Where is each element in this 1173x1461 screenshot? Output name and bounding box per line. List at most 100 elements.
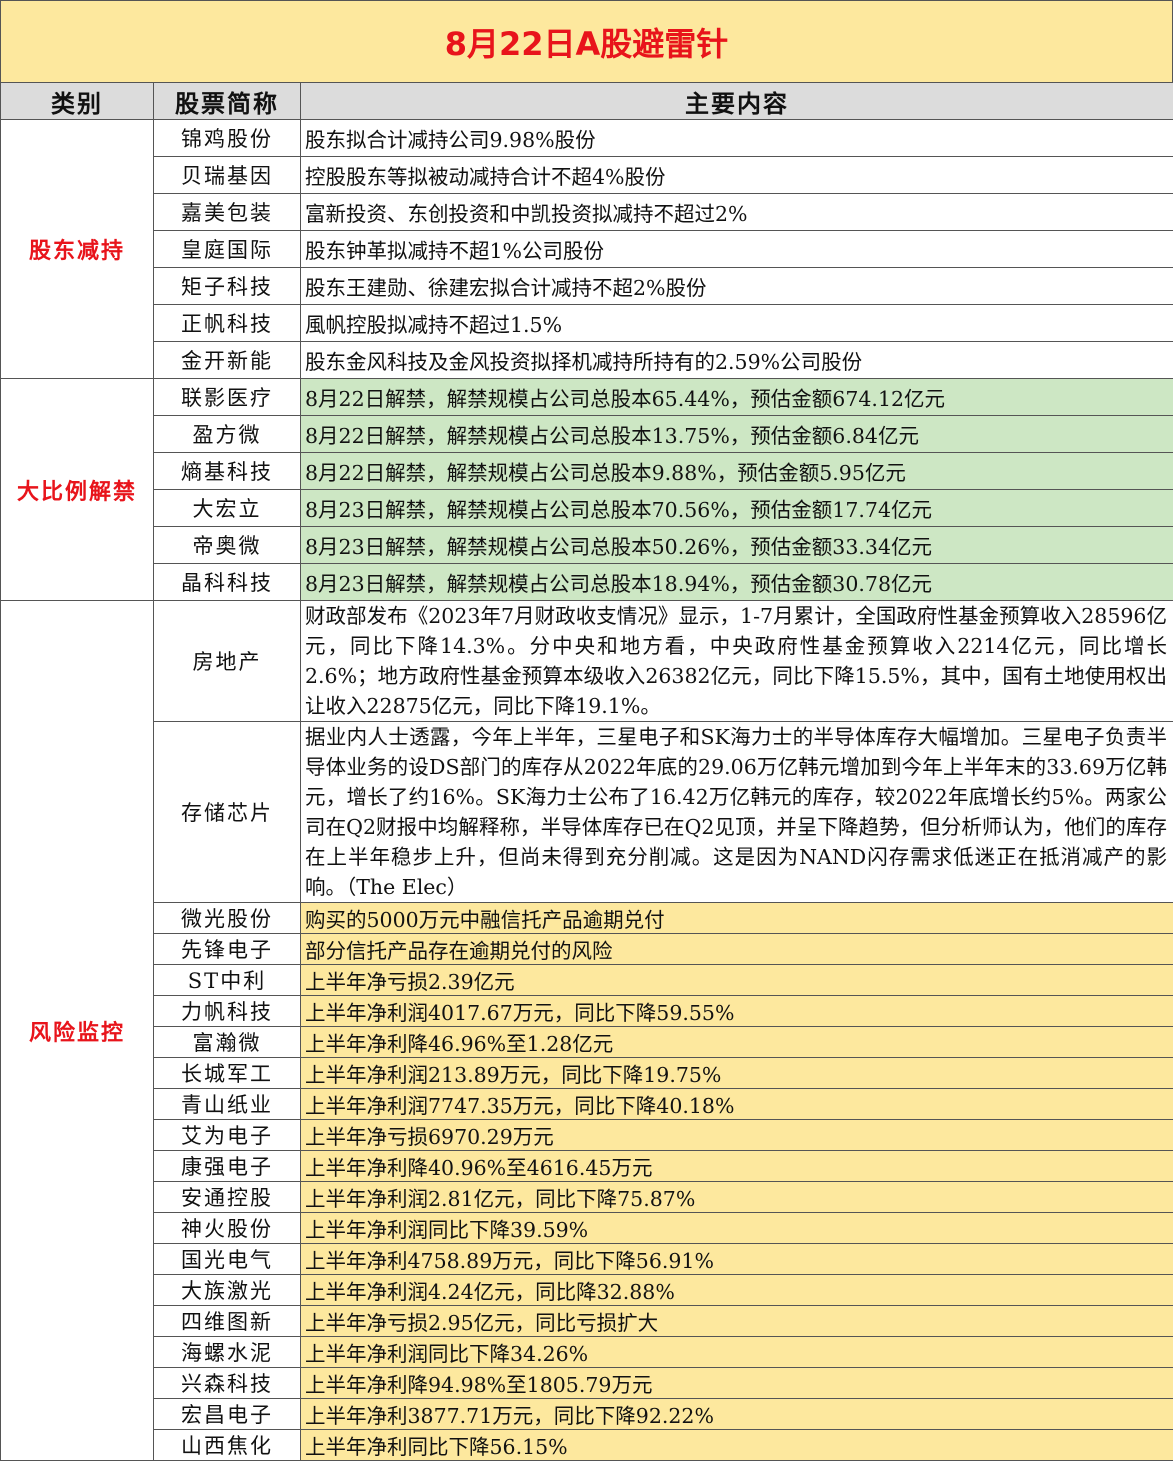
table-row: 海螺水泥 上半年净利润同比下降34.26% bbox=[1, 1337, 1173, 1368]
reduction-section: 股东减持 锦鸡股份 股东拟合计减持公司9.98%股份 贝瑞基因 控股股东等拟被动… bbox=[1, 120, 1173, 379]
stock-name: 青山纸业 bbox=[154, 1089, 301, 1120]
stock-name: 大族激光 bbox=[154, 1275, 301, 1306]
table-row: 四维图新 上半年净亏损2.95亿元，同比亏损扩大 bbox=[1, 1306, 1173, 1337]
stock-name: 贝瑞基因 bbox=[154, 157, 301, 194]
stock-name: 帝奥微 bbox=[154, 527, 301, 564]
table-row: 青山纸业 上半年净利润7747.35万元，同比下降40.18% bbox=[1, 1089, 1173, 1120]
stock-name: 盈方微 bbox=[154, 416, 301, 453]
stock-name: 神火股份 bbox=[154, 1213, 301, 1244]
content-cell: 股东金风科技及金风投资拟择机减持所持有的2.59%公司股份 bbox=[301, 342, 1173, 379]
stock-name: 山西焦化 bbox=[154, 1430, 301, 1461]
content-cell: 上半年净亏损2.95亿元，同比亏损扩大 bbox=[301, 1306, 1173, 1337]
table-row: 大宏立 8月23日解禁，解禁规模占公司总股本70.56%，预估金额17.74亿元 bbox=[1, 490, 1173, 527]
table-row: 股东减持 锦鸡股份 股东拟合计减持公司9.98%股份 bbox=[1, 120, 1173, 157]
stock-name: 矩子科技 bbox=[154, 268, 301, 305]
content-cell: 购买的5000万元中融信托产品逾期兑付 bbox=[301, 903, 1173, 934]
table-row: 兴森科技 上半年净利降94.98%至1805.79万元 bbox=[1, 1368, 1173, 1399]
stock-name: 海螺水泥 bbox=[154, 1337, 301, 1368]
stock-name: 熵基科技 bbox=[154, 453, 301, 490]
content-cell: 股东王建勋、徐建宏拟合计减持不超2%股份 bbox=[301, 268, 1173, 305]
unlock-section: 大比例解禁 联影医疗 8月22日解禁，解禁规模占公司总股本65.44%，预估金额… bbox=[1, 379, 1173, 601]
table-row: 微光股份 购买的5000万元中融信托产品逾期兑付 bbox=[1, 903, 1173, 934]
content-cell: 上半年净利4758.89万元，同比下降56.91% bbox=[301, 1244, 1173, 1275]
table-row: 熵基科技 8月22日解禁，解禁规模占公司总股本9.88%，预估金额5.95亿元 bbox=[1, 453, 1173, 490]
stock-name: 长城军工 bbox=[154, 1058, 301, 1089]
content-cell: 上半年净利润同比下降39.59% bbox=[301, 1213, 1173, 1244]
content-cell: 8月22日解禁，解禁规模占公司总股本13.75%，预估金额6.84亿元 bbox=[301, 416, 1173, 453]
header-row: 类别 股票简称 主要内容 bbox=[1, 83, 1173, 120]
content-cell: 上半年净利降94.98%至1805.79万元 bbox=[301, 1368, 1173, 1399]
header-content: 主要内容 bbox=[301, 83, 1173, 120]
content-cell: 上半年净利降40.96%至4616.45万元 bbox=[301, 1151, 1173, 1182]
page-title: 8月22日A股避雷针 bbox=[0, 0, 1173, 82]
table-row: 艾为电子 上半年净亏损6970.29万元 bbox=[1, 1120, 1173, 1151]
content-cell: 8月23日解禁，解禁规模占公司总股本50.26%，预估金额33.34亿元 bbox=[301, 527, 1173, 564]
stock-name: 四维图新 bbox=[154, 1306, 301, 1337]
content-cell: 上半年净利润4.24亿元，同比降32.88% bbox=[301, 1275, 1173, 1306]
content-cell: 富新投资、东创投资和中凯投资拟减持不超过2% bbox=[301, 194, 1173, 231]
content-cell: 股东钟革拟减持不超1%公司股份 bbox=[301, 231, 1173, 268]
content-cell: 上半年净利同比下降56.15% bbox=[301, 1430, 1173, 1461]
stock-name: 皇庭国际 bbox=[154, 231, 301, 268]
content-cell: 上半年净利润213.89万元，同比下降19.75% bbox=[301, 1058, 1173, 1089]
table-row: ST中利 上半年净亏损2.39亿元 bbox=[1, 965, 1173, 996]
stock-name: 锦鸡股份 bbox=[154, 120, 301, 157]
content-cell: 8月22日解禁，解禁规模占公司总股本65.44%，预估金额674.12亿元 bbox=[301, 379, 1173, 416]
table-row: 盈方微 8月22日解禁，解禁规模占公司总股本13.75%，预估金额6.84亿元 bbox=[1, 416, 1173, 453]
content-cell: 部分信托产品存在逾期兑付的风险 bbox=[301, 934, 1173, 965]
stock-name: 康强电子 bbox=[154, 1151, 301, 1182]
stock-name: 富瀚微 bbox=[154, 1027, 301, 1058]
risk-section: 风险监控 房地产 财政部发布《2023年7月财政收支情况》显示，1-7月累计，全… bbox=[1, 601, 1173, 1461]
table-row: 大族激光 上半年净利润4.24亿元，同比降32.88% bbox=[1, 1275, 1173, 1306]
table-row: 晶科科技 8月23日解禁，解禁规模占公司总股本18.94%，预估金额30.78亿… bbox=[1, 564, 1173, 601]
stock-name: 先锋电子 bbox=[154, 934, 301, 965]
table-row: 矩子科技 股东王建勋、徐建宏拟合计减持不超2%股份 bbox=[1, 268, 1173, 305]
stock-name: 安通控股 bbox=[154, 1182, 301, 1213]
content-cell: 8月23日解禁，解禁规模占公司总股本18.94%，预估金额30.78亿元 bbox=[301, 564, 1173, 601]
table-row: 正帆科技 風帆控股拟减持不超过1.5% bbox=[1, 305, 1173, 342]
table-row: 风险监控 房地产 财政部发布《2023年7月财政收支情况》显示，1-7月累计，全… bbox=[1, 601, 1173, 722]
table-row: 富瀚微 上半年净利降46.96%至1.28亿元 bbox=[1, 1027, 1173, 1058]
table-row: 大比例解禁 联影医疗 8月22日解禁，解禁规模占公司总股本65.44%，预估金额… bbox=[1, 379, 1173, 416]
content-cell: 据业内人士透露，今年上半年，三星电子和SK海力士的半导体库存大幅增加。三星电子负… bbox=[301, 722, 1173, 903]
table-row: 皇庭国际 股东钟革拟减持不超1%公司股份 bbox=[1, 231, 1173, 268]
content-cell: 上半年净亏损6970.29万元 bbox=[301, 1120, 1173, 1151]
table-row: 力帆科技 上半年净利润4017.67万元，同比下降59.55% bbox=[1, 996, 1173, 1027]
stock-name: 微光股份 bbox=[154, 903, 301, 934]
table-row: 嘉美包装 富新投资、东创投资和中凯投资拟减持不超过2% bbox=[1, 194, 1173, 231]
table-row: 康强电子 上半年净利降40.96%至4616.45万元 bbox=[1, 1151, 1173, 1182]
content-cell: 上半年净利润同比下降34.26% bbox=[301, 1337, 1173, 1368]
stock-name: 晶科科技 bbox=[154, 564, 301, 601]
stock-name: 存储芯片 bbox=[154, 722, 301, 903]
stock-name: 宏昌电子 bbox=[154, 1399, 301, 1430]
table-row: 贝瑞基因 控股股东等拟被动减持合计不超4%股份 bbox=[1, 157, 1173, 194]
content-cell: 上半年净利润4017.67万元，同比下降59.55% bbox=[301, 996, 1173, 1027]
content-cell: 控股股东等拟被动减持合计不超4%股份 bbox=[301, 157, 1173, 194]
table-row: 宏昌电子 上半年净利3877.71万元，同比下降92.22% bbox=[1, 1399, 1173, 1430]
stock-name: 嘉美包装 bbox=[154, 194, 301, 231]
content-cell: 上半年净利3877.71万元，同比下降92.22% bbox=[301, 1399, 1173, 1430]
content-cell: 财政部发布《2023年7月财政收支情况》显示，1-7月累计，全国政府性基金预算收… bbox=[301, 601, 1173, 722]
table-row: 国光电气 上半年净利4758.89万元，同比下降56.91% bbox=[1, 1244, 1173, 1275]
category-cell: 大比例解禁 bbox=[1, 379, 154, 601]
stock-name: 大宏立 bbox=[154, 490, 301, 527]
table-row: 神火股份 上半年净利润同比下降39.59% bbox=[1, 1213, 1173, 1244]
content-cell: 上半年净亏损2.39亿元 bbox=[301, 965, 1173, 996]
content-cell: 8月22日解禁，解禁规模占公司总股本9.88%，预估金额5.95亿元 bbox=[301, 453, 1173, 490]
stock-name: 力帆科技 bbox=[154, 996, 301, 1027]
content-cell: 上半年净利润2.81亿元，同比下降75.87% bbox=[301, 1182, 1173, 1213]
content-cell: 上半年净利降46.96%至1.28亿元 bbox=[301, 1027, 1173, 1058]
table-row: 长城军工 上半年净利润213.89万元，同比下降19.75% bbox=[1, 1058, 1173, 1089]
header-category: 类别 bbox=[1, 83, 154, 120]
content-cell: 上半年净利润7747.35万元，同比下降40.18% bbox=[301, 1089, 1173, 1120]
stock-name: 国光电气 bbox=[154, 1244, 301, 1275]
stock-name: 房地产 bbox=[154, 601, 301, 722]
content-cell: 股东拟合计减持公司9.98%股份 bbox=[301, 120, 1173, 157]
stock-name: 金开新能 bbox=[154, 342, 301, 379]
table-row: 山西焦化 上半年净利同比下降56.15% bbox=[1, 1430, 1173, 1461]
table-row: 存储芯片 据业内人士透露，今年上半年，三星电子和SK海力士的半导体库存大幅增加。… bbox=[1, 722, 1173, 903]
stock-name: 艾为电子 bbox=[154, 1120, 301, 1151]
category-cell: 股东减持 bbox=[1, 120, 154, 379]
category-cell: 风险监控 bbox=[1, 601, 154, 1461]
content-cell: 風帆控股拟减持不超过1.5% bbox=[301, 305, 1173, 342]
